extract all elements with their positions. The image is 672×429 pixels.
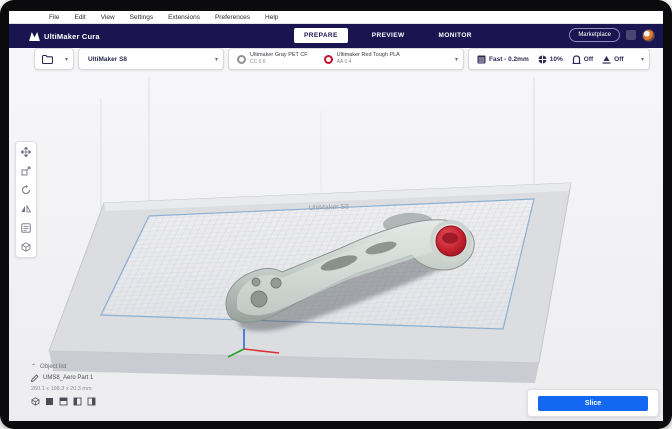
menu-settings[interactable]: Settings xyxy=(130,14,154,21)
cura-window: File Edit View Settings Extensions Prefe… xyxy=(9,11,663,421)
extruder-2-material: Ultimaker Red Tough PLA xyxy=(337,52,400,59)
extruder-1-core: CC 0.6 xyxy=(250,59,308,65)
mirror-tool-button[interactable] xyxy=(20,203,32,215)
infill-setting: 10% xyxy=(538,55,563,64)
build-plate-scene: UltiMaker S8 xyxy=(9,48,663,421)
extruder-1-material: Ultimaker Gray PET CF xyxy=(250,52,308,59)
chevron-down-icon: ▾ xyxy=(65,56,68,63)
move-tool-button[interactable] xyxy=(20,146,32,158)
ultimaker-logo-icon xyxy=(29,32,40,41)
menu-edit[interactable]: Edit xyxy=(74,14,85,21)
per-model-settings-tool-button[interactable] xyxy=(20,222,32,234)
view-front-icon[interactable] xyxy=(45,397,54,406)
menu-view[interactable]: View xyxy=(101,14,115,21)
adhesion-value: Off xyxy=(614,56,623,63)
monitor-frame: File Edit View Settings Extensions Prefe… xyxy=(0,0,672,429)
print-settings-selector[interactable]: Fast - 0.2mm 10% Off Off ▾ xyxy=(468,48,650,70)
app-logo: UltiMaker Cura xyxy=(29,24,100,48)
tab-preview[interactable]: PREVIEW xyxy=(362,28,415,43)
view-presets xyxy=(31,397,96,406)
tool-panel xyxy=(15,141,37,258)
extruder-1[interactable]: Ultimaker Gray PET CF CC 0.6 xyxy=(237,52,308,65)
menu-help[interactable]: Help xyxy=(265,14,278,21)
support-icon xyxy=(572,55,581,64)
app-title: UltiMaker Cura xyxy=(44,32,100,41)
object-list-header[interactable]: ⌃ Object list xyxy=(31,363,96,370)
slice-button[interactable]: Slice xyxy=(538,396,648,411)
profile-setting: Fast - 0.2mm xyxy=(477,55,529,64)
chevron-down-icon: ▾ xyxy=(641,56,644,63)
view-3d-icon[interactable] xyxy=(31,397,40,406)
profile-value: Fast - 0.2mm xyxy=(489,56,529,63)
material-configuration[interactable]: Ultimaker Gray PET CF CC 0.6 Ultimaker R… xyxy=(228,48,464,70)
object-list-item[interactable]: UMS8_Aero Part 1 xyxy=(31,374,96,382)
object-name: UMS8_Aero Part 1 xyxy=(43,375,93,381)
viewport-3d[interactable]: UltiMaker S8 xyxy=(9,48,663,421)
support-value: Off xyxy=(584,56,593,63)
account-avatar[interactable] xyxy=(642,29,655,42)
extruder-2-material-icon xyxy=(324,55,333,64)
printer-selector[interactable]: UltiMaker S8 ▾ xyxy=(78,48,224,70)
application-switcher-icon[interactable] xyxy=(626,30,636,40)
menu-bar: File Edit View Settings Extensions Prefe… xyxy=(9,11,663,24)
menu-preferences[interactable]: Preferences xyxy=(215,14,250,21)
extruder-2[interactable]: Ultimaker Red Tough PLA AA 0.4 xyxy=(324,52,400,65)
menu-file[interactable]: File xyxy=(49,14,59,21)
tab-monitor[interactable]: MONITOR xyxy=(429,28,482,43)
object-list-panel: ⌃ Object list UMS8_Aero Part 1 260.1 x 1… xyxy=(31,363,96,406)
collapse-icon: ⌃ xyxy=(31,363,36,370)
action-panel: Slice xyxy=(527,389,659,417)
chevron-down-icon: ▾ xyxy=(455,56,458,63)
object-list-title: Object list xyxy=(40,364,66,370)
rotate-tool-button[interactable] xyxy=(20,184,32,196)
adhesion-setting: Off xyxy=(602,55,623,64)
open-file-button[interactable]: ▾ xyxy=(34,48,74,70)
layer-height-icon xyxy=(477,55,486,64)
chevron-down-icon: ▾ xyxy=(215,56,218,63)
extruder-2-core: AA 0.4 xyxy=(337,59,400,65)
support-setting: Off xyxy=(572,55,593,64)
view-right-icon[interactable] xyxy=(87,397,96,406)
stage-tabs: PREPARE PREVIEW MONITOR xyxy=(294,28,482,43)
view-left-icon[interactable] xyxy=(73,397,82,406)
infill-value: 10% xyxy=(550,56,563,63)
scale-tool-button[interactable] xyxy=(20,165,32,177)
infill-icon xyxy=(538,55,547,64)
extruder-1-material-icon xyxy=(237,55,246,64)
folder-icon xyxy=(42,55,53,64)
tab-prepare[interactable]: PREPARE xyxy=(294,28,348,43)
pencil-icon xyxy=(31,374,39,382)
view-top-icon[interactable] xyxy=(59,397,68,406)
header-right-cluster: Marketplace xyxy=(569,28,655,42)
app-header: UltiMaker Cura PREPARE PREVIEW MONITOR M… xyxy=(9,24,663,48)
marketplace-button[interactable]: Marketplace xyxy=(569,28,620,42)
menu-extensions[interactable]: Extensions xyxy=(168,14,200,21)
plate-label: UltiMaker S8 xyxy=(309,204,349,212)
printer-name: UltiMaker S8 xyxy=(88,56,127,63)
support-blocker-tool-button[interactable] xyxy=(20,241,32,253)
adhesion-icon xyxy=(602,55,611,64)
object-dimensions: 260.1 x 198.3 x 20.3 mm xyxy=(31,386,96,392)
